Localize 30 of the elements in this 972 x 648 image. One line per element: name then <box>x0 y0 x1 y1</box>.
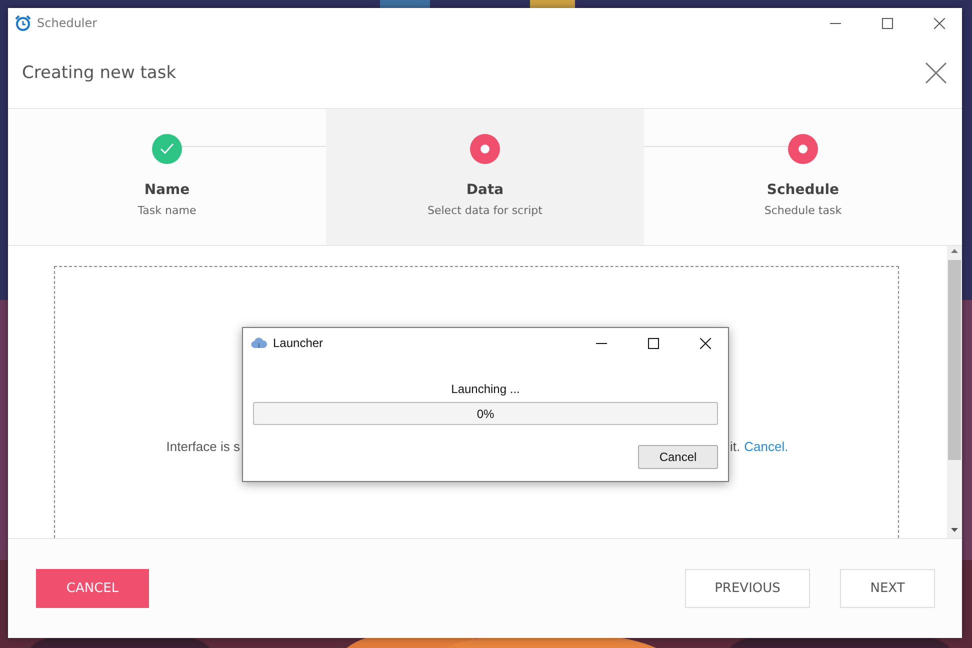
wizard-step[interactable]: Name Task name <box>8 109 326 245</box>
alarm-clock-icon <box>15 15 31 31</box>
scrollbar[interactable] <box>947 246 962 538</box>
cancel-link[interactable]: Cancel. <box>744 439 788 454</box>
dialog-message: Launching ... <box>450 382 521 396</box>
wizard-step[interactable]: Data Select data for script <box>326 109 644 245</box>
close-icon <box>924 61 948 85</box>
close-icon <box>700 338 710 348</box>
step-subtitle: Task name <box>138 204 196 217</box>
minimize-icon <box>830 22 840 24</box>
cloud-icon <box>251 337 267 349</box>
close-icon <box>934 18 944 28</box>
progress-reading: 0% <box>476 406 494 420</box>
status-message: Interface is s <box>166 439 240 454</box>
next-button[interactable]: NEXT <box>840 569 935 608</box>
step-title: Data <box>466 182 504 198</box>
page-title: Creating new task <box>22 63 178 83</box>
wizard-step[interactable]: Schedule Schedule task <box>644 109 962 245</box>
step-title: Schedule <box>766 182 840 198</box>
cancel-button[interactable]: Cancel <box>638 445 718 469</box>
previous-button[interactable]: PREVIOUS <box>685 569 810 608</box>
step-title: Name <box>144 182 190 198</box>
minimize-icon <box>596 342 606 344</box>
step-subtitle: Schedule task <box>764 204 842 217</box>
dialog-title: Launcher <box>273 336 324 350</box>
maximize-icon <box>648 338 658 348</box>
step-subtitle: Select data for script <box>428 204 542 217</box>
status-message: it. <box>730 439 740 454</box>
window-title: Scheduler <box>37 16 98 30</box>
maximize-icon <box>882 18 892 28</box>
